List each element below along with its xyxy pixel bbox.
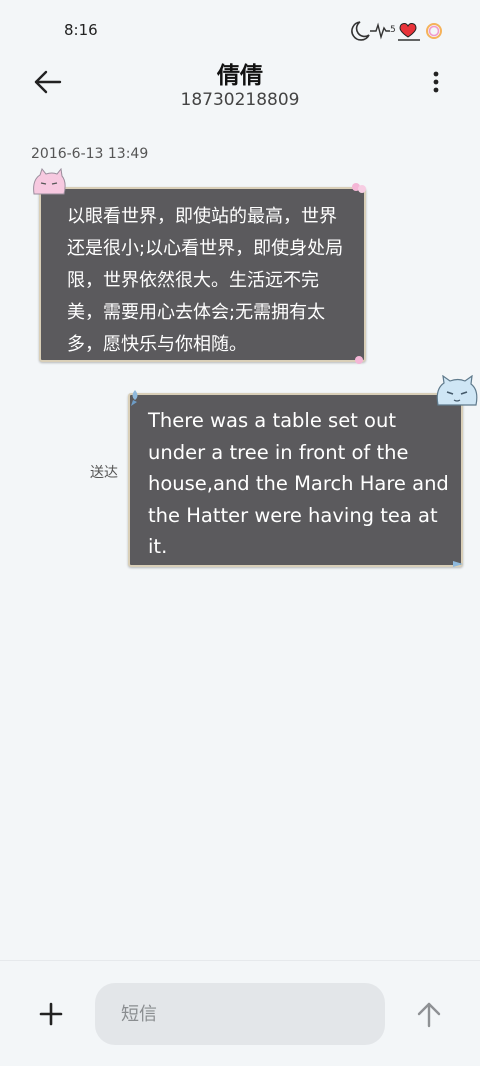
moon-icon: [351, 21, 370, 41]
more-options-button[interactable]: [424, 68, 448, 98]
contact-name: 倩倩: [217, 63, 263, 89]
contact-number: 18730218809: [180, 90, 300, 110]
conversation-header: 倩倩 18730218809: [0, 52, 480, 122]
more-vertical-icon: [433, 71, 439, 93]
blue-cat-sticker-icon: [436, 375, 478, 406]
status-bar: 8:16 5: [0, 0, 480, 60]
pink-dot-icon: [355, 356, 363, 364]
pink-flower-icon: [352, 183, 366, 193]
plus-icon: [39, 1002, 63, 1026]
message-thread: 2016-6-13 13:49 以眼看世界，即使站的最高，世界还是很小;以心看世…: [0, 130, 480, 960]
blue-tail-icon: [453, 561, 463, 567]
message-input[interactable]: [95, 983, 385, 1045]
send-button[interactable]: [414, 999, 444, 1029]
incoming-message-text: 以眼看世界，即使站的最高，世界还是很小;以心看世界，即使身处局限，世界依然很大。…: [67, 206, 344, 355]
heartbeat-icon: [370, 22, 390, 40]
outgoing-message-bubble[interactable]: There was a table set out under a tree i…: [128, 393, 463, 567]
add-attachment-button[interactable]: [38, 1001, 64, 1027]
status-time: 8:16: [64, 21, 98, 39]
battery-level-text: 5: [390, 25, 396, 35]
outgoing-message-text: There was a table set out under a tree i…: [148, 409, 449, 558]
pink-cat-sticker-icon: [33, 168, 66, 195]
blue-fish-icon: [131, 390, 138, 406]
status-icons: 5: [351, 21, 442, 41]
heart-icon: [398, 23, 420, 41]
message-timestamp: 2016-6-13 13:49: [31, 146, 149, 162]
delivery-status: 送达: [90, 465, 118, 481]
composer-bar: [0, 960, 480, 1066]
ring-icon: [426, 23, 442, 39]
arrow-up-icon: [417, 1002, 441, 1028]
incoming-message-bubble[interactable]: 以眼看世界，即使站的最高，世界还是很小;以心看世界，即使身处局限，世界依然很大。…: [39, 187, 366, 362]
